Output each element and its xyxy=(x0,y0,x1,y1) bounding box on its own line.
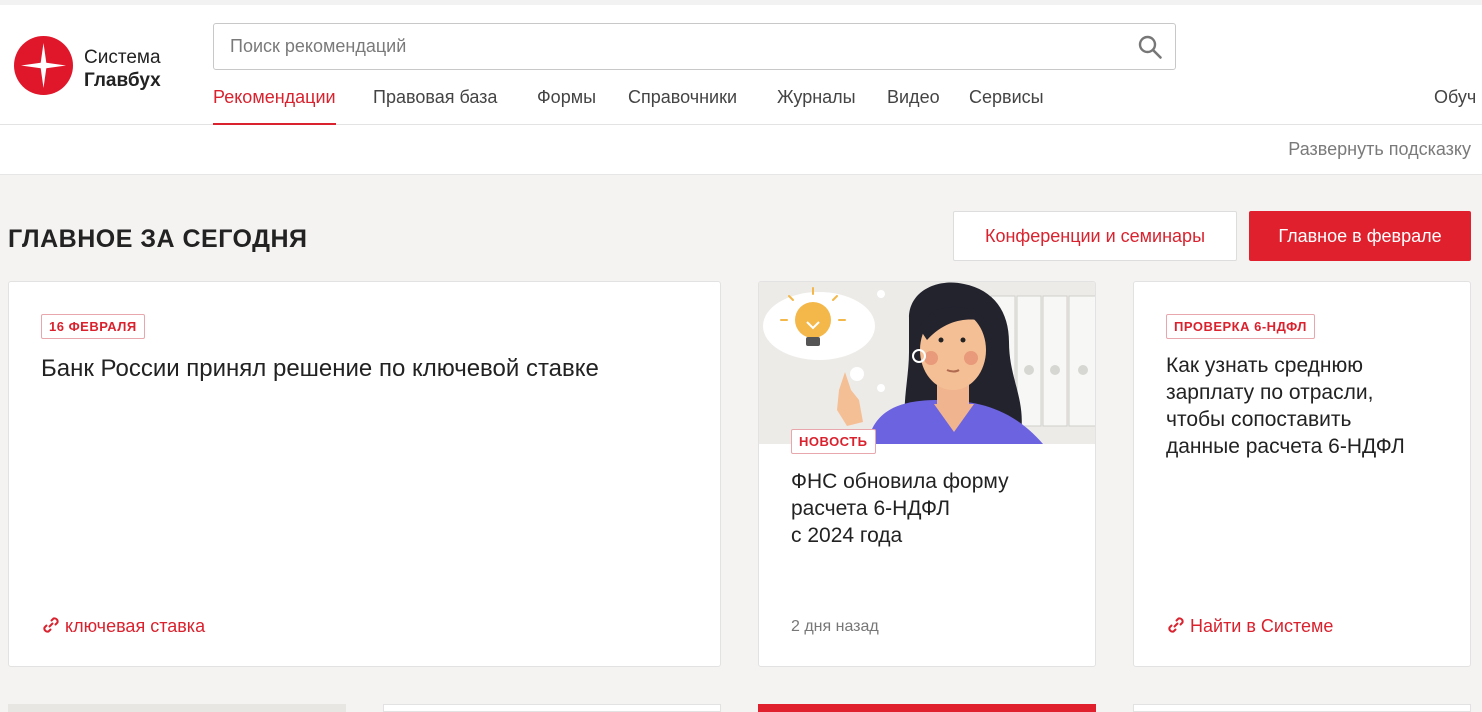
card-title-line: с 2024 года xyxy=(791,524,903,547)
logo-line2: Главбух xyxy=(84,70,161,91)
next-card-edge xyxy=(8,704,346,712)
nav-item-forms[interactable]: Формы xyxy=(537,87,596,125)
next-card-edge xyxy=(1133,704,1471,712)
date-badge: 16 ФЕВРАЛЯ xyxy=(41,314,145,339)
card-title-line: Как узнать среднюю xyxy=(1166,354,1364,377)
nav-item-legal-base[interactable]: Правовая база xyxy=(373,87,497,125)
link-icon xyxy=(43,617,59,633)
next-card-edge xyxy=(383,704,721,712)
link-icon xyxy=(1168,617,1184,633)
logo[interactable]: Система Главбух xyxy=(14,36,174,96)
news-card-illustrated[interactable]: НОВОСТЬ ФНС обновила форму расчета 6-НДФ… xyxy=(758,281,1096,667)
nav-item-recommendations[interactable]: Рекомендации xyxy=(213,87,336,125)
nav-item-learning[interactable]: Обуч xyxy=(1434,87,1476,108)
find-in-system-link[interactable]: Найти в Системе xyxy=(1166,615,1333,637)
expand-hint-link[interactable]: Развернуть подсказку xyxy=(1288,139,1471,160)
card-title-line: зарплату по отрасли, xyxy=(1166,381,1374,404)
card-title-line: данные расчета 6-НДФЛ xyxy=(1166,435,1405,458)
card-title-line: расчета 6-НДФЛ xyxy=(791,497,951,520)
timestamp: 2 дня назад xyxy=(791,618,879,635)
topic-link[interactable]: ключевая ставка xyxy=(41,615,205,637)
nav-item-video[interactable]: Видео xyxy=(887,87,940,125)
tip-card[interactable]: ПРОВЕРКА 6-НДФЛ Как узнать среднюю зарпл… xyxy=(1133,281,1471,667)
topic-badge: ПРОВЕРКА 6-НДФЛ xyxy=(1166,314,1315,339)
logo-star-icon xyxy=(14,36,73,95)
news-card[interactable]: 16 ФЕВРАЛЯ Банк России принял решение по… xyxy=(8,281,721,667)
logo-text: Система Главбух xyxy=(84,46,161,92)
logo-line1: Система xyxy=(84,47,161,68)
hint-bar: Развернуть подсказку xyxy=(0,125,1482,175)
news-badge: НОВОСТЬ xyxy=(791,429,876,454)
card-title[interactable]: Как узнать среднюю зарплату по отрасли, … xyxy=(1166,352,1456,460)
february-highlights-button[interactable]: Главное в феврале xyxy=(1249,211,1471,261)
nav-item-references[interactable]: Справочники xyxy=(628,87,737,125)
search-icon[interactable] xyxy=(1137,34,1163,60)
nav-item-services[interactable]: Сервисы xyxy=(969,87,1044,125)
search-box xyxy=(213,23,1176,70)
next-card-edge xyxy=(758,704,1096,712)
section-title: ГЛАВНОЕ ЗА СЕГОДНЯ xyxy=(8,225,308,253)
site-header: Система Главбух Рекомендации Правовая ба… xyxy=(0,0,1482,125)
card-title-line: ФНС обновила форму xyxy=(791,470,1009,493)
card-title-line: чтобы сопоставить xyxy=(1166,408,1352,431)
card-title[interactable]: Банк России принял решение по ключевой с… xyxy=(41,353,701,385)
topic-link-label: ключевая ставка xyxy=(65,616,206,636)
conferences-button[interactable]: Конференции и семинары xyxy=(953,211,1237,261)
nav-item-journals[interactable]: Журналы xyxy=(777,87,856,125)
news-illustration xyxy=(759,282,1095,444)
card-title[interactable]: ФНС обновила форму расчета 6-НДФЛ с 2024… xyxy=(791,468,1081,549)
search-input[interactable] xyxy=(230,24,1130,69)
find-in-system-label: Найти в Системе xyxy=(1190,616,1334,636)
